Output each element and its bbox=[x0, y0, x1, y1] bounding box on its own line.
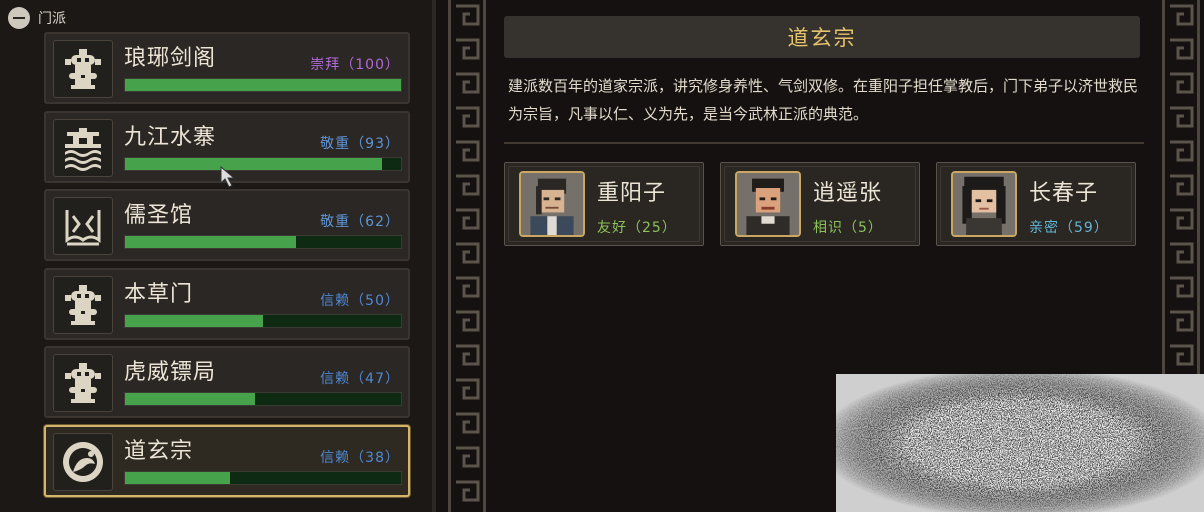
faction-name: 本草门 bbox=[124, 281, 194, 307]
sect-title: 道玄宗 bbox=[787, 26, 857, 50]
member-name: 长春子 bbox=[1029, 181, 1099, 206]
reputation-bar bbox=[124, 156, 402, 171]
faction-item-rusheng[interactable]: 儒圣馆 敬重（62） bbox=[44, 189, 410, 262]
faction-item-langya[interactable]: 琅琊剑阁 崇拜（100） bbox=[44, 32, 410, 104]
collapse-button[interactable] bbox=[8, 7, 30, 29]
mouse-cursor-icon bbox=[220, 166, 236, 188]
member-name: 逍遥张 bbox=[813, 181, 883, 206]
scholar-scroll-icon bbox=[53, 197, 113, 256]
pagoda-waves-icon bbox=[53, 118, 113, 177]
clan-crest-icon bbox=[53, 354, 113, 413]
character-portrait bbox=[951, 171, 1017, 237]
faction-name: 九江水寨 bbox=[124, 124, 217, 150]
relation-badge: 敬重（62） bbox=[320, 214, 400, 231]
faction-list: 琅琊剑阁 崇拜（100） 九江水寨 敬重（93） 儒圣馆 敬重（62） 本草门 … bbox=[44, 32, 414, 504]
meander-border-left bbox=[444, 0, 490, 512]
noise-watermark bbox=[836, 374, 1204, 512]
faction-item-bencao[interactable]: 本草门 信赖（50） bbox=[44, 267, 410, 340]
faction-name: 道玄宗 bbox=[124, 438, 194, 464]
reputation-bar bbox=[124, 235, 402, 250]
member-name: 重阳子 bbox=[597, 181, 667, 206]
faction-name: 琅琊剑阁 bbox=[124, 46, 217, 71]
relation-badge: 信赖（50） bbox=[320, 292, 400, 309]
faction-panel: 门派 琅琊剑阁 崇拜（100） 九江水寨 敬重（93） 儒圣馆 敬重（62） 本… bbox=[0, 0, 432, 512]
sect-description: 建派数百年的道家宗派，讲究修身养性、气剑双修。在重阳子担任掌教后，门下弟子以济世… bbox=[508, 77, 1139, 123]
reputation-fill bbox=[125, 393, 255, 406]
member-relation: 友好（25） bbox=[597, 220, 677, 236]
relation-badge: 崇拜（100） bbox=[310, 57, 400, 73]
member-relation: 亲密（59） bbox=[1029, 220, 1109, 236]
relation-badge: 敬重（93） bbox=[320, 135, 400, 152]
clan-crest-icon bbox=[53, 40, 113, 98]
reputation-bar bbox=[124, 78, 402, 92]
faction-item-huwei[interactable]: 虎威镖局 信赖（47） bbox=[44, 346, 410, 419]
section-label: 门派 bbox=[38, 11, 66, 27]
reputation-bar bbox=[124, 470, 402, 485]
member-card-chongyangzi[interactable]: 重阳子 友好（25） bbox=[504, 162, 704, 246]
crane-icon bbox=[53, 432, 113, 491]
faction-name: 儒圣馆 bbox=[124, 203, 194, 229]
character-portrait bbox=[735, 171, 801, 237]
reputation-fill bbox=[125, 471, 230, 484]
sect-title-bar: 道玄宗 bbox=[504, 16, 1140, 58]
reputation-fill bbox=[125, 157, 382, 170]
member-card-changchunzi[interactable]: 长春子 亲密（59） bbox=[936, 162, 1136, 246]
faction-item-daoxuan[interactable]: 道玄宗 信赖（38） bbox=[44, 424, 410, 497]
member-relation: 相识（5） bbox=[813, 220, 883, 236]
section-header[interactable]: 门派 bbox=[8, 6, 66, 30]
relation-badge: 信赖（47） bbox=[320, 371, 400, 388]
member-card-xiaoyaozhang[interactable]: 逍遥张 相识（5） bbox=[720, 162, 920, 246]
reputation-bar bbox=[124, 313, 402, 328]
reputation-fill bbox=[125, 314, 263, 327]
faction-name: 虎威镖局 bbox=[124, 360, 217, 386]
relation-badge: 信赖（38） bbox=[320, 449, 400, 466]
clan-crest-icon bbox=[53, 275, 113, 334]
character-portrait bbox=[519, 171, 585, 237]
minus-icon bbox=[13, 17, 25, 19]
reputation-bar bbox=[124, 392, 402, 407]
reputation-fill bbox=[125, 236, 297, 249]
reputation-fill bbox=[125, 79, 401, 91]
divider-line bbox=[504, 142, 1144, 144]
